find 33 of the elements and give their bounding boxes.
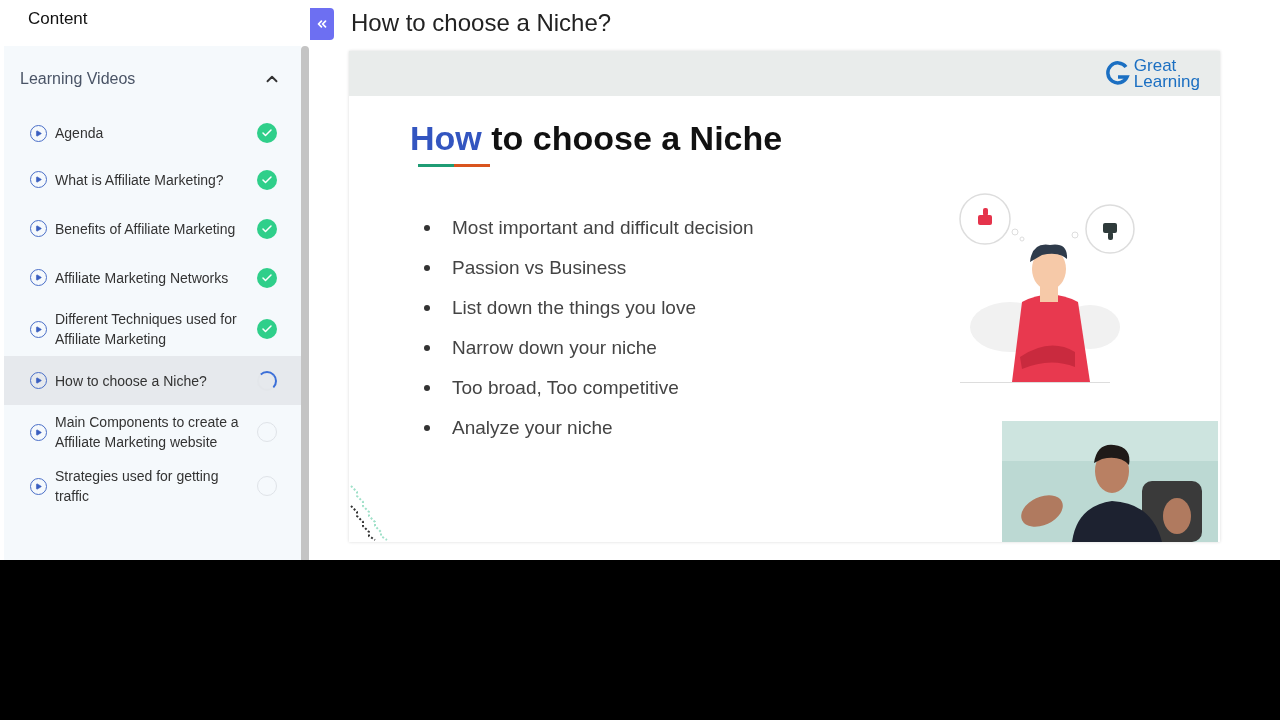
- lesson-title: What is Affiliate Marketing?: [55, 170, 225, 190]
- bullet-text: Narrow down your niche: [452, 336, 657, 360]
- lesson-item[interactable]: Main Components to create a Affiliate Marketing website: [4, 405, 301, 459]
- lesson-title: Affiliate Marketing Networks: [55, 268, 230, 288]
- logo-icon: [1105, 60, 1130, 87]
- lesson-item[interactable]: Benefits of Affiliate Marketing: [4, 204, 301, 253]
- double-chevron-left-icon: [315, 17, 329, 31]
- lesson-heading: How to choose a Niche?: [351, 8, 612, 38]
- logo-text: Learning: [1133, 73, 1200, 90]
- lesson-title: Different Techniques used for Affiliate Marketing: [55, 310, 238, 349]
- lesson-item[interactable]: Different Techniques used for Affiliate Marketing: [4, 302, 301, 356]
- bullet-text: List down the things you love: [452, 296, 696, 320]
- lesson-item[interactable]: Strategies used for getting traffic: [4, 459, 301, 513]
- slide-heading: How to choose a Niche: [410, 118, 784, 159]
- lesson-title: Strategies used for getting traffic: [55, 467, 220, 506]
- lesson-item[interactable]: Affiliate Marketing Networks: [4, 253, 301, 302]
- bullet-text: Most important and difficult decision: [452, 216, 754, 240]
- lesson-item[interactable]: How to choose a Niche?: [4, 356, 301, 405]
- lesson-item[interactable]: Agenda: [4, 111, 301, 155]
- heading-underline: [418, 164, 490, 167]
- lesson-title: Main Components to create a Affiliate Marketing website: [55, 413, 240, 452]
- bullet-text: Passion vs Business: [452, 256, 627, 280]
- logo-text: Great: [1133, 57, 1178, 74]
- scrollbar[interactable]: [301, 46, 309, 560]
- lesson-item[interactable]: What is Affiliate Marketing?: [4, 155, 301, 204]
- lesson-title: How to choose a Niche?: [55, 371, 208, 391]
- section-header[interactable]: Learning Videos: [4, 46, 301, 111]
- lesson-title: Agenda: [55, 124, 105, 143]
- collapse-sidebar-button[interactable]: [310, 8, 334, 40]
- lesson-title: Benefits of Affiliate Marketing: [55, 219, 237, 239]
- bullet-text: Analyze your niche: [452, 416, 613, 440]
- sidebar-title: Content: [28, 8, 88, 30]
- bullet-text: Too broad, Too competitive: [452, 376, 679, 400]
